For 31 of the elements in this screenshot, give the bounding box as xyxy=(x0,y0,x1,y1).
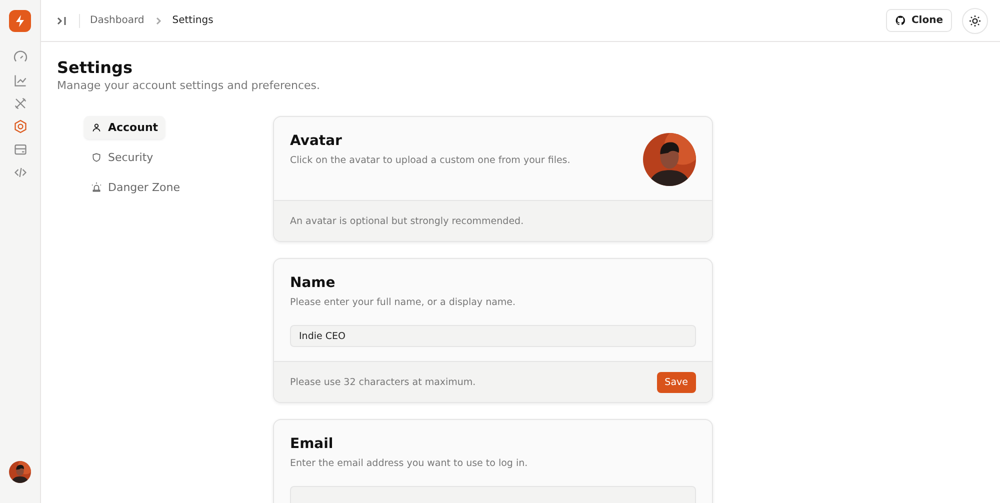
settings-nav-item[interactable]: Account xyxy=(84,116,166,139)
chart-icon[interactable] xyxy=(12,73,28,88)
chevron-icon xyxy=(154,16,162,24)
breadcrumb-item[interactable]: Dashboard xyxy=(90,15,144,26)
card-title: Avatar xyxy=(290,133,343,149)
card-description: Enter the email address you want to use to log in. xyxy=(290,458,529,469)
theme-toggle-button[interactable] xyxy=(962,8,988,34)
shield-icon xyxy=(91,152,102,163)
sun-icon xyxy=(969,14,981,26)
page-subtitle: Manage your account settings and preferences. xyxy=(57,79,322,92)
panel-icon[interactable] xyxy=(12,142,28,157)
clone-button[interactable]: Clone xyxy=(886,9,952,32)
breadcrumb-item[interactable]: Settings xyxy=(172,15,214,26)
tools-icon[interactable] xyxy=(12,96,28,111)
card-description: Please enter your full name, or a display name. xyxy=(290,297,517,308)
card-title: Email xyxy=(290,436,334,452)
settings-nav-item[interactable]: Security xyxy=(84,146,160,169)
card-footer-note: Please use 32 characters at maximum. xyxy=(290,376,476,388)
card-title: Name xyxy=(290,275,336,291)
hexagon-icon[interactable] xyxy=(12,119,28,134)
text-input-field[interactable]: Indie CEO xyxy=(290,325,696,347)
siren-icon xyxy=(91,182,102,193)
page-title: Settings xyxy=(57,58,134,77)
github-icon xyxy=(895,15,906,26)
card-description: Click on the avatar to upload a custom one from your files. xyxy=(290,155,572,166)
user-icon xyxy=(91,122,102,133)
card-footer-note: An avatar is optional but strongly recommended. xyxy=(290,216,524,226)
save-button[interactable]: Save xyxy=(656,372,696,392)
settings-nav-item[interactable]: Danger Zone xyxy=(84,176,187,199)
logo-icon[interactable] xyxy=(9,10,31,32)
code-icon[interactable] xyxy=(12,165,28,180)
